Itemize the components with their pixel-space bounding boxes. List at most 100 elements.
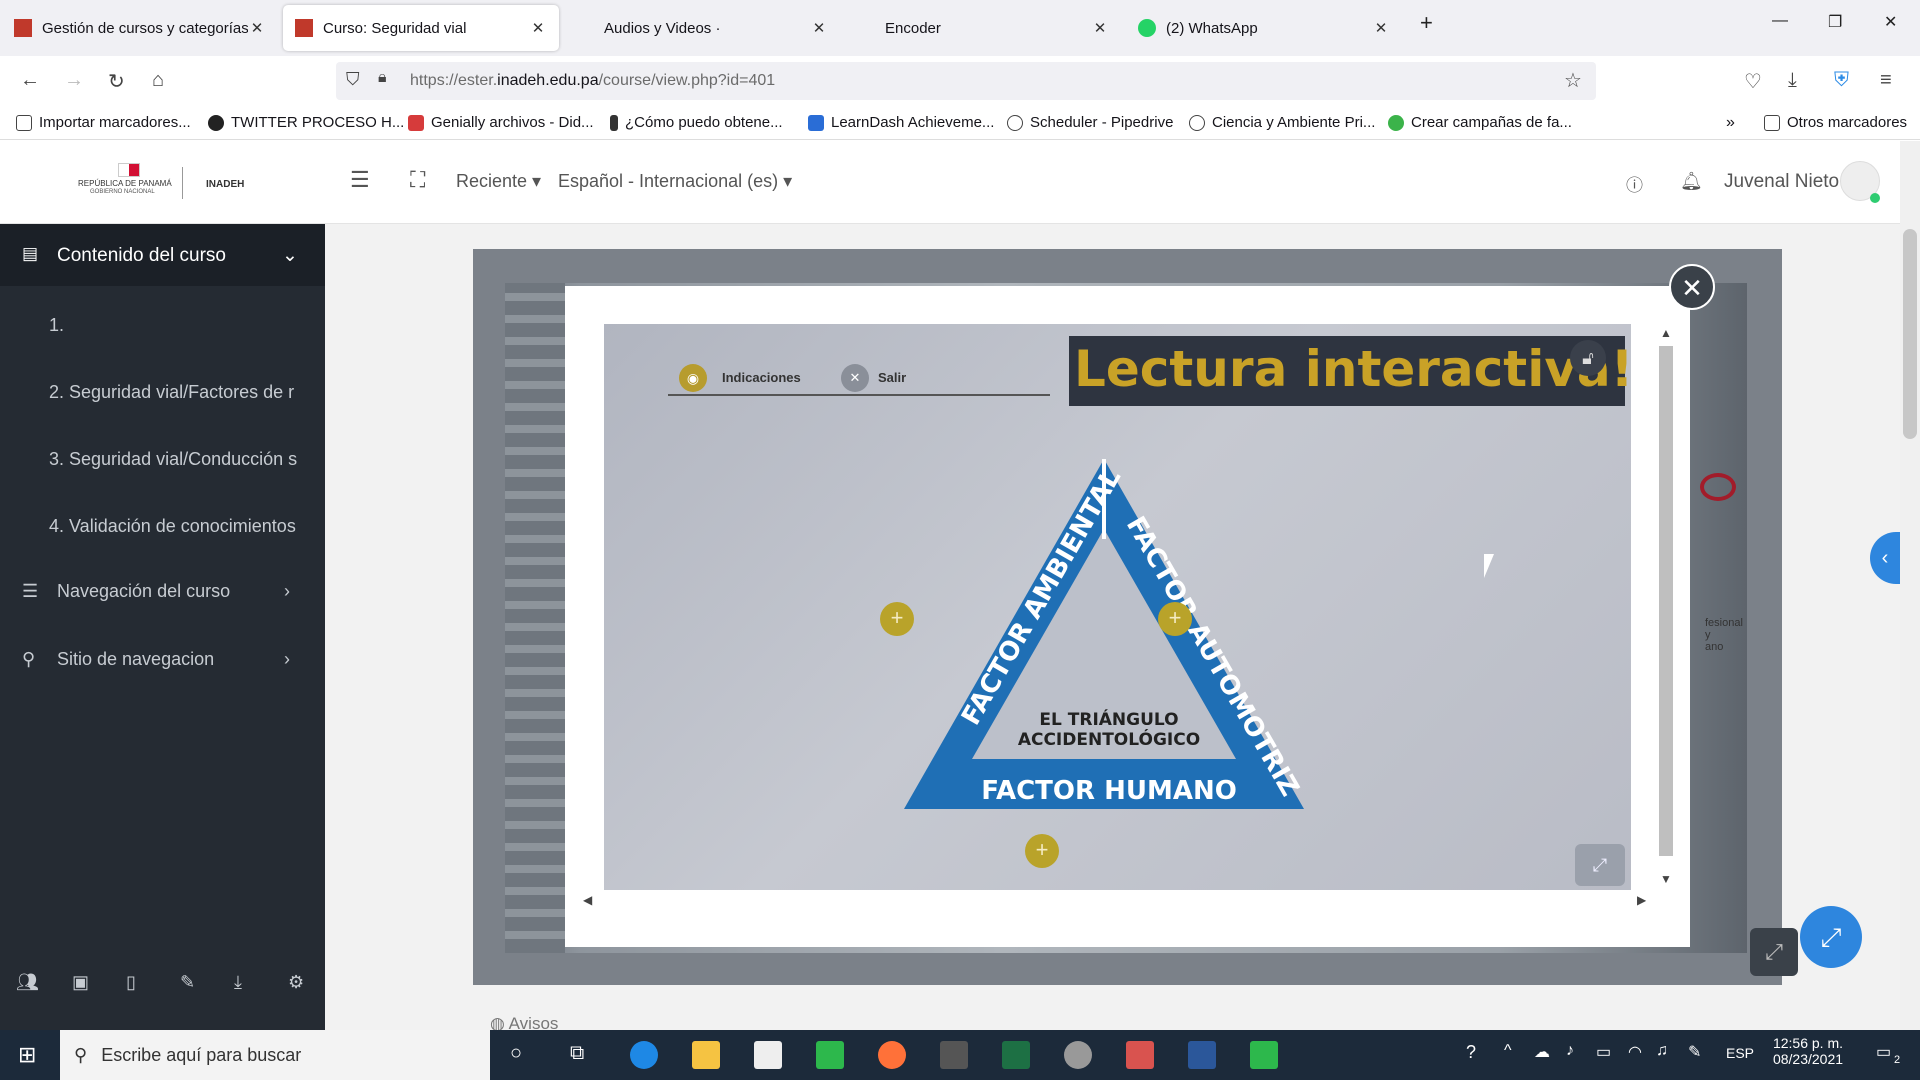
brush-icon[interactable]: ✎ [180, 972, 195, 993]
video-fullscreen-icon[interactable]: ⤢ [1750, 928, 1798, 976]
close-tab-icon[interactable]: ✕ [529, 19, 547, 37]
battery-icon[interactable]: ▭ [1596, 1042, 1611, 1062]
plus-humano-icon[interactable]: + [1025, 834, 1059, 868]
eye-icon[interactable]: ◉ [679, 364, 707, 392]
sidebar-section-sitio[interactable]: ⚲ Sitio de navegacion › [0, 649, 325, 679]
media-app-icon[interactable] [940, 1041, 968, 1069]
expand-content-button[interactable]: ⤢ [1800, 906, 1862, 968]
indicaciones-button[interactable]: Indicaciones [722, 370, 801, 385]
extension-shield-icon[interactable]: ⛨ [1834, 69, 1849, 92]
app-icon[interactable] [1064, 1041, 1092, 1069]
edge-icon[interactable] [630, 1041, 658, 1069]
home-icon[interactable]: ⌂ [152, 69, 164, 92]
shield-icon[interactable]: ⛉ [346, 69, 360, 90]
page-scroll-thumb[interactable] [1903, 229, 1917, 439]
url-bar[interactable]: ⛉ 🔒︎ https://ester.inadeh.edu.pa/course/… [336, 62, 1596, 100]
inadeh-logo[interactable]: REPÚBLICA DE PANAMÁ GOBIERNO NACIONAL IN… [78, 163, 248, 203]
back-icon[interactable]: ← [20, 69, 40, 92]
bookmark-como-puedo[interactable]: ¿Cómo puedo obtene... [610, 114, 783, 131]
volume-icon[interactable]: ♫ [1656, 1042, 1668, 1060]
bookmark-genially[interactable]: Genially archivos - Did... [408, 114, 594, 131]
tab-seguridad-vial[interactable]: Curso: Seguridad vial ✕ [283, 5, 559, 51]
modal-scroll-thumb[interactable] [1659, 346, 1673, 856]
camtasia-icon[interactable] [816, 1041, 844, 1069]
sidebar-item-4[interactable]: 4. Validación de conocimientos [49, 516, 301, 537]
language-dropdown[interactable]: Español - Internacional (es) ▾ [558, 171, 792, 192]
taskbar-search[interactable]: ⚲ Escribe aquí para buscar [60, 1030, 490, 1080]
tab-whatsapp[interactable]: (2) WhatsApp ✕ [1126, 5, 1402, 51]
new-tab-icon[interactable]: + [1420, 10, 1433, 36]
help-tray-icon[interactable]: ? [1466, 1042, 1476, 1063]
modal-vertical-scrollbar[interactable]: ▲ ▼ [1657, 324, 1675, 890]
salir-button[interactable]: Salir [878, 370, 906, 385]
pen-icon[interactable]: ✎ [1688, 1042, 1701, 1062]
more-bookmarks-icon[interactable]: » [1726, 114, 1735, 132]
word-icon[interactable] [1188, 1041, 1216, 1069]
close-tab-icon[interactable]: ✕ [810, 19, 828, 37]
cortana-icon[interactable]: ○ [510, 1042, 522, 1065]
close-tab-icon[interactable]: ✕ [1091, 19, 1109, 37]
tab-gestion-cursos[interactable]: Gestión de cursos y categorías ✕ [2, 5, 278, 51]
archive-icon[interactable]: ▣ [72, 972, 89, 993]
windows-start-icon[interactable]: ⊞ [18, 1042, 36, 1068]
excel-icon[interactable] [1002, 1041, 1030, 1069]
language-indicator[interactable]: ESP [1726, 1045, 1754, 1061]
modal-close-button[interactable]: ✕ [1669, 264, 1715, 310]
bookmark-campanas[interactable]: Crear campañas de fa... [1388, 114, 1572, 131]
bell-icon[interactable]: 🔔︎ [1680, 171, 1703, 192]
unlock-icon[interactable]: 🔓︎ [1570, 340, 1606, 376]
reload-icon[interactable]: ↻ [108, 69, 125, 94]
chevron-down-icon[interactable]: ⌄ [282, 244, 298, 267]
help-icon[interactable]: ⓘ [1626, 171, 1643, 196]
scroll-left-icon[interactable]: ◀ [583, 893, 592, 907]
notifications-icon[interactable]: ▭ [1876, 1042, 1891, 1062]
bookmark-star-icon[interactable]: ☆ [1564, 68, 1582, 93]
modal-horizontal-scrollbar[interactable]: ◀ ▶ [577, 890, 1657, 912]
users-icon[interactable]: 👥︎ [16, 972, 39, 993]
recent-dropdown[interactable]: Reciente ▾ [456, 171, 541, 192]
sidebar-section-navegacion[interactable]: ☰ Navegación del curso › [0, 581, 325, 611]
expand-icon[interactable]: ⤢ [1575, 844, 1625, 886]
plus-ambiental-icon[interactable]: + [880, 602, 914, 636]
exit-x-icon[interactable]: ✕ [841, 364, 869, 392]
sidebar-item-1[interactable]: 1. [49, 315, 301, 336]
scroll-right-icon[interactable]: ▶ [1637, 893, 1646, 907]
wifi-icon[interactable]: ◠ [1628, 1042, 1642, 1062]
pocket-icon[interactable]: ♡ [1744, 69, 1762, 94]
task-view-icon[interactable]: ⧉ [570, 1042, 584, 1065]
sidebar-header-contenido[interactable]: ▤ Contenido del curso ⌄ [0, 224, 325, 286]
menu-icon[interactable]: ≡ [1880, 69, 1892, 92]
scroll-down-icon[interactable]: ▼ [1660, 872, 1672, 886]
bookmark-otros[interactable]: Otros marcadores [1764, 114, 1907, 131]
page-scrollbar[interactable] [1900, 141, 1920, 1030]
forward-icon[interactable]: → [64, 69, 84, 92]
file-explorer-icon[interactable] [692, 1041, 720, 1069]
store-icon[interactable] [754, 1041, 782, 1069]
bookmark-twitter[interactable]: TWITTER PROCESO H... [208, 114, 404, 131]
plus-automotriz-icon[interactable]: + [1158, 602, 1192, 636]
tray-chevron-icon[interactable]: ^ [1504, 1042, 1512, 1060]
close-window-icon[interactable]: ✕ [1884, 12, 1897, 32]
scroll-up-icon[interactable]: ▲ [1660, 326, 1672, 340]
lock-icon[interactable]: 🔒︎ [378, 69, 387, 87]
camtasia-recorder-icon[interactable] [1250, 1041, 1278, 1069]
clock[interactable]: 12:56 p. m. 08/23/2021 [1768, 1035, 1848, 1067]
sidebar-item-2[interactable]: 2. Seguridad vial/Factores de r [49, 382, 301, 403]
onedrive-icon[interactable]: ☁ [1534, 1042, 1550, 1062]
user-name[interactable]: Juvenal Nieto [1724, 171, 1839, 193]
tab-encoder[interactable]: Encoder ✕ [845, 5, 1121, 51]
download-tray-icon[interactable]: ⤓ [234, 972, 242, 993]
fullscreen-icon[interactable]: ⛶ [410, 167, 425, 193]
tab-audios-videos[interactable]: Audios y Videos · ✕ [564, 5, 840, 51]
acrobat-icon[interactable] [1126, 1041, 1154, 1069]
firefox-icon[interactable] [878, 1041, 906, 1069]
bookmark-learndash[interactable]: LearnDash Achieveme... [808, 114, 994, 131]
hamburger-menu-icon[interactable]: ☰ [350, 167, 370, 193]
download-icon[interactable]: ⤓ [1788, 69, 1797, 92]
bookmark-ciencia[interactable]: Ciencia y Ambiente Pri... [1189, 114, 1375, 131]
file-icon[interactable]: ▯ [126, 972, 136, 993]
minimize-icon[interactable]: — [1772, 12, 1788, 30]
sidebar-item-3[interactable]: 3. Seguridad vial/Conducción s [49, 449, 301, 470]
bookmark-scheduler[interactable]: Scheduler - Pipedrive [1007, 114, 1173, 131]
microphone-icon[interactable]: ♪ [1566, 1042, 1574, 1060]
